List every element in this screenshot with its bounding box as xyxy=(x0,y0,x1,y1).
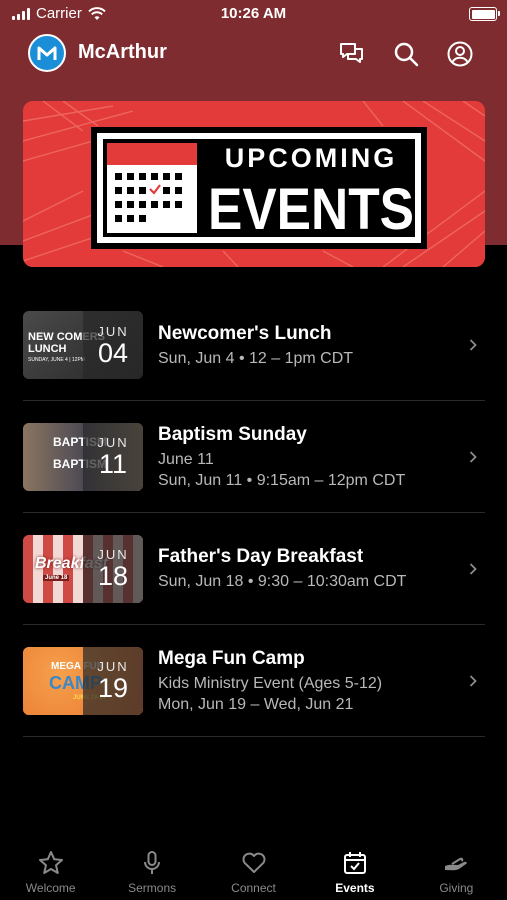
tab-label: Giving xyxy=(439,881,474,895)
event-month: JUN xyxy=(97,435,129,450)
logo-mark-icon xyxy=(37,46,57,60)
event-detail: Sun, Jun 11 • 9:15am – 12pm CDT xyxy=(158,471,406,489)
event-detail: Mon, Jun 19 – Wed, Jun 21 xyxy=(158,695,354,713)
event-day: 18 xyxy=(97,561,129,591)
event-date-overlay: JUN 19 xyxy=(83,646,143,715)
event-info: Father's Day Breakfast Sun, Jun 18 • 9:3… xyxy=(158,546,485,591)
tab-bar: Welcome Sermons Connect Events Giving xyxy=(0,840,507,900)
event-detail: Sun, Jun 18 • 9:30 – 10:30am CDT xyxy=(158,573,407,590)
microphone-icon xyxy=(144,851,161,874)
tab-events[interactable]: Events xyxy=(304,840,405,900)
event-title: Father's Day Breakfast xyxy=(158,546,364,567)
event-title: Mega Fun Camp xyxy=(158,647,305,669)
star-icon xyxy=(38,851,63,874)
event-list: NEW COMERS LUNCH SUNDAY, JUNE 4 | 12PM J… xyxy=(23,290,485,737)
app-title: McArthur xyxy=(78,41,167,63)
event-info: Newcomer's Lunch Sun, Jun 4 • 12 – 1pm C… xyxy=(158,323,485,368)
event-date-overlay: JUN 04 xyxy=(83,311,143,379)
event-info: Mega Fun Camp Kids Ministry Event (Ages … xyxy=(158,648,485,714)
event-day: 04 xyxy=(97,337,129,368)
event-thumbnail: Breakfast June 18 JUN 18 xyxy=(23,534,143,603)
event-day: 19 xyxy=(97,673,129,703)
calendar-icon xyxy=(343,852,366,874)
event-info: Baptism Sunday June 11 Sun, Jun 11 • 9:1… xyxy=(158,424,485,490)
status-bar: Carrier 10:26 AM xyxy=(0,0,507,30)
banner-line1: UPCOMING xyxy=(225,143,398,173)
app-header: McArthur xyxy=(0,30,507,76)
event-thumbnail: MEGA FUN CAMP JUNE 19-21 JUN 19 xyxy=(23,646,143,715)
event-item-fathers-day-breakfast[interactable]: Breakfast June 18 JUN 18 Father's Day Br… xyxy=(23,513,485,625)
event-title: Newcomer's Lunch xyxy=(158,322,332,344)
chevron-right-icon xyxy=(469,450,477,463)
event-item-newcomers-lunch[interactable]: NEW COMERS LUNCH SUNDAY, JUNE 4 | 12PM J… xyxy=(23,290,485,401)
search-icon[interactable] xyxy=(392,40,420,68)
event-thumbnail: NEW COMERS LUNCH SUNDAY, JUNE 4 | 12PM J… xyxy=(23,311,143,379)
battery-icon xyxy=(469,7,500,21)
banner-graphic: UPCOMING EVENTS xyxy=(23,101,485,267)
giving-hand-icon xyxy=(445,857,468,871)
event-date-overlay: JUN 11 xyxy=(83,422,143,491)
heart-icon xyxy=(242,852,266,873)
banner-line2: EVENTS xyxy=(208,177,414,242)
tab-connect[interactable]: Connect xyxy=(203,840,304,900)
chevron-right-icon xyxy=(469,562,477,575)
tab-sermons[interactable]: Sermons xyxy=(101,840,202,900)
event-date-overlay: JUN 18 xyxy=(83,534,143,603)
event-day: 11 xyxy=(98,449,128,479)
event-month: JUN xyxy=(97,323,129,339)
chevron-right-icon xyxy=(469,339,477,351)
event-detail: Kids Ministry Event (Ages 5-12) xyxy=(158,674,383,692)
event-title: Baptism Sunday xyxy=(158,423,307,445)
church-logo[interactable] xyxy=(28,34,66,72)
tab-label: Events xyxy=(335,881,375,895)
event-month: JUN xyxy=(97,659,129,674)
chat-icon[interactable] xyxy=(338,40,366,68)
upcoming-events-banner[interactable]: UPCOMING EVENTS xyxy=(23,101,485,267)
event-detail: June 11 xyxy=(158,450,214,468)
event-detail: Sun, Jun 4 • 12 – 1pm CDT xyxy=(158,349,354,367)
chevron-right-icon xyxy=(469,674,477,687)
status-time: 10:26 AM xyxy=(220,5,287,22)
tab-welcome[interactable]: Welcome xyxy=(0,840,101,900)
event-month: JUN xyxy=(97,547,129,562)
event-item-baptism-sunday[interactable]: BAPTISM BAPTISM JUN 11 Baptism Sunday Ju… xyxy=(23,401,485,513)
event-thumbnail: BAPTISM BAPTISM JUN 11 xyxy=(23,422,143,491)
tab-giving[interactable]: Giving xyxy=(406,840,507,900)
event-item-mega-fun-camp[interactable]: MEGA FUN CAMP JUNE 19-21 JUN 19 Mega Fun… xyxy=(23,625,485,737)
tab-label: Connect xyxy=(231,881,276,895)
tab-label: Welcome xyxy=(25,881,76,895)
tab-label: Sermons xyxy=(128,881,177,895)
profile-icon[interactable] xyxy=(446,40,474,68)
